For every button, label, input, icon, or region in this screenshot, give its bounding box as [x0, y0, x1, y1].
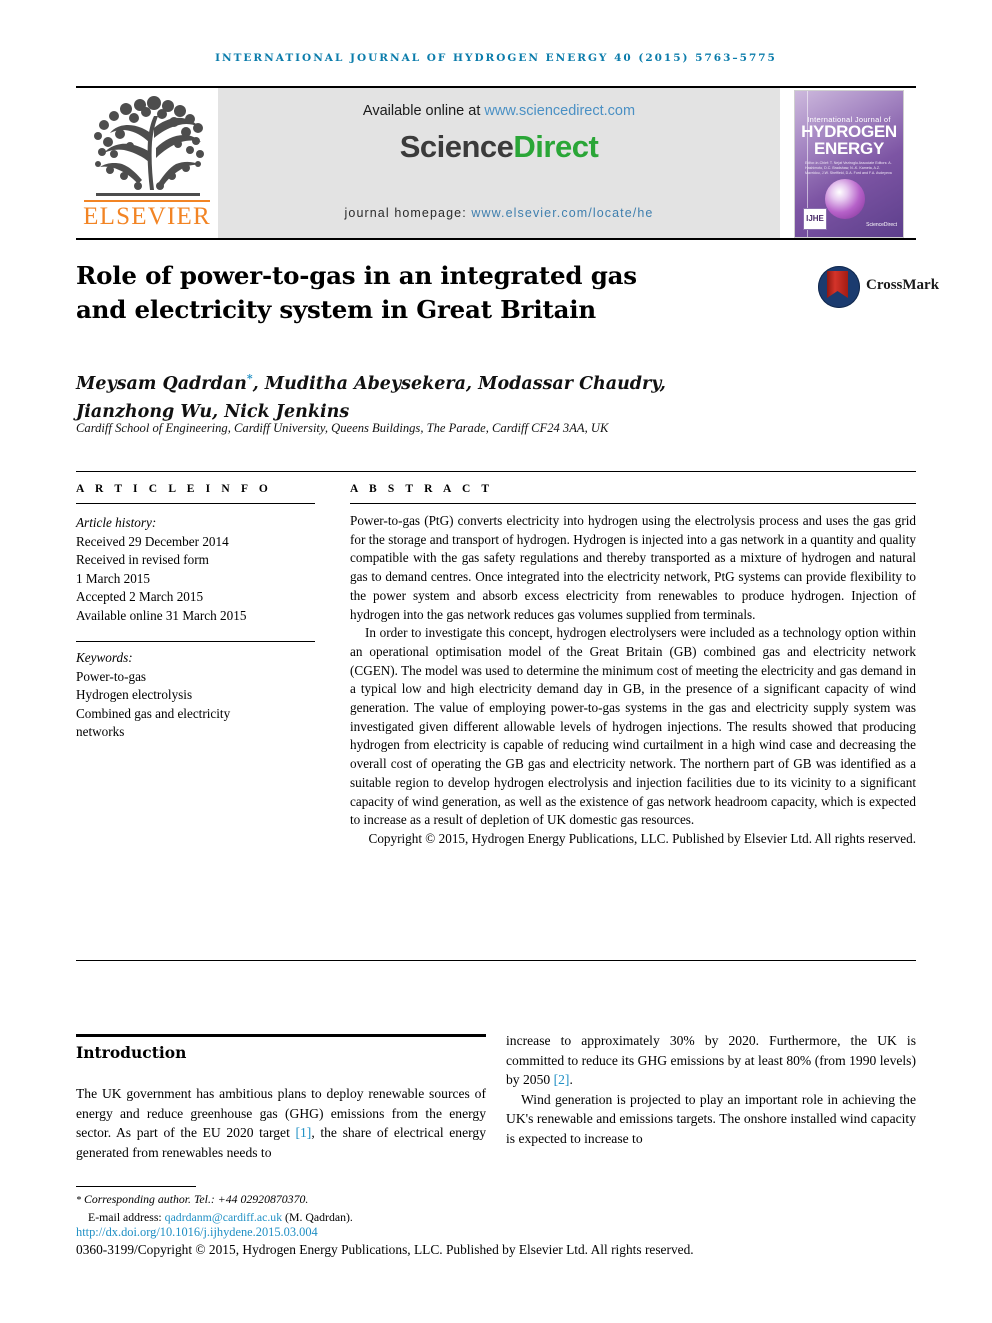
abstract-header: A B S T R A C T [350, 483, 494, 495]
introduction-heading: Introduction [76, 1043, 187, 1062]
abstract-paragraph-1: Power-to-gas (PtG) converts electricity … [350, 513, 916, 622]
sciencedirect-logo[interactable]: ScienceDirect [218, 129, 780, 165]
elsevier-logo: ELSEVIER [76, 88, 218, 238]
keywords-label: Keywords: [76, 650, 133, 665]
elsevier-logo-rule [84, 200, 210, 202]
cover-ijhe-badge: IJHE [803, 208, 827, 230]
masthead-bottom-rule [76, 238, 916, 240]
doi-link[interactable]: http://dx.doi.org/10.1016/j.ijhydene.201… [76, 1225, 318, 1240]
article-history-item: Received in revised form [76, 552, 209, 568]
body-left-paragraph: The UK government has ambitious plans to… [76, 1084, 486, 1162]
abstract-paragraph-2: In order to investigate this concept, hy… [350, 625, 916, 828]
footnote-block: * Corresponding author. Tel.: +44 029208… [76, 1191, 496, 1226]
keyword-item: networks [76, 724, 125, 740]
article-info-header: A R T I C L E I N F O [76, 483, 272, 495]
issn-copyright-line: 0360-3199/Copyright © 2015, Hydrogen Ene… [76, 1242, 694, 1257]
journal-cover: International Journal of HYDROGEN ENERGY… [780, 88, 916, 238]
keyword-item: Power-to-gas [76, 668, 147, 684]
journal-homepage-url[interactable]: www.elsevier.com/locate/he [471, 206, 653, 220]
footnote-rule [76, 1186, 196, 1187]
article-history: Article history: Received 29 December 20… [76, 514, 326, 626]
sciencedirect-banner: Available online at www.sciencedirect.co… [218, 88, 780, 238]
abstract-copyright: Copyright © 2015, Hydrogen Energy Public… [368, 830, 916, 846]
title-line-1: Role of power-to-gas in an integrated ga… [76, 261, 637, 290]
corresponding-author-text: Corresponding author. Tel.: +44 02920870… [81, 1192, 309, 1206]
journal-homepage-line: journal homepage: www.elsevier.com/locat… [218, 206, 780, 220]
author-line-1: Meysam Qadrdan*, Muditha Abeysekera, Mod… [76, 365, 776, 398]
body-right-text-b: . [569, 1072, 573, 1088]
keyword-item: Combined gas and electricity [76, 705, 231, 721]
crossmark-badge[interactable]: CrossMark [818, 266, 939, 310]
keywords-block: Keywords: Power-to-gas Hydrogen electrol… [76, 649, 326, 742]
abstract-rule [350, 503, 916, 504]
cover-sciencedirect-mark: ScienceDirect [866, 222, 897, 228]
article-history-label: Article history: [76, 515, 157, 530]
available-online-label: Available online at [362, 103, 485, 119]
sciencedirect-url[interactable]: www.sciencedirect.com [484, 103, 635, 119]
keywords-rule [76, 641, 315, 642]
abstract-bottom-rule [76, 960, 916, 961]
sciencedirect-logo-science: Science [399, 129, 514, 164]
paper-page: International Journal of Hydrogen Energy… [0, 0, 992, 1323]
author-list: Meysam Qadrdan*, Muditha Abeysekera, Mod… [76, 365, 776, 426]
abstract-body: Power-to-gas (PtG) converts electricity … [350, 512, 916, 849]
body-column-right: increase to approximately 30% by 2020. F… [506, 1031, 916, 1149]
crossmark-label: CrossMark [866, 277, 940, 293]
corresponding-author-name: Meysam Qadrdan [76, 373, 247, 394]
keyword-item: Hydrogen electrolysis [76, 687, 193, 703]
article-history-item: Available online 31 March 2015 [76, 607, 247, 623]
body-right-paragraph-2: Wind generation is projected to play an … [506, 1091, 916, 1146]
email-address-link[interactable]: qadrdanm@cardiff.ac.uk [165, 1210, 282, 1224]
article-history-item: Received 29 December 2014 [76, 533, 229, 549]
available-online-line: Available online at www.sciencedirect.co… [218, 103, 780, 119]
info-top-rule [76, 471, 916, 472]
article-info-rule [76, 503, 315, 504]
citation-ref-1[interactable]: [1] [295, 1125, 311, 1140]
article-history-item: Accepted 2 March 2015 [76, 589, 204, 605]
cover-editors: Editor-in-Chief: T. Nejat Veziroglu Asso… [805, 161, 892, 175]
cover-sphere-graphic [825, 179, 865, 219]
citation-ref-2[interactable]: [2] [554, 1072, 570, 1087]
journal-masthead: ELSEVIER Available online at www.science… [76, 88, 916, 238]
article-history-item: 1 March 2015 [76, 570, 150, 586]
affiliation: Cardiff School of Engineering, Cardiff U… [76, 421, 609, 435]
title-line-2: and electricity system in Great Britain [76, 295, 596, 324]
cover-title-energy: ENERGY [814, 139, 884, 158]
author-line-1-rest: , Muditha Abeysekera, Modassar Chaudry, [252, 373, 666, 394]
corresponding-author-note: * Corresponding author. Tel.: +44 029208… [76, 1191, 496, 1209]
journal-homepage-label: journal homepage: [344, 206, 472, 220]
elsevier-wordmark: ELSEVIER [83, 203, 211, 230]
running-head: International Journal of Hydrogen Energy… [215, 52, 777, 64]
page-title: Role of power-to-gas in an integrated ga… [76, 259, 716, 327]
body-right-paragraph-1: increase to approximately 30% by 2020. F… [506, 1031, 916, 1090]
journal-cover-image: International Journal of HYDROGEN ENERGY… [794, 90, 904, 238]
cover-title-hydrogen: HYDROGEN [801, 122, 897, 141]
email-suffix: (M. Qadrdan). [282, 1210, 353, 1225]
body-column-left: The UK government has ambitious plans to… [76, 1084, 486, 1162]
sciencedirect-logo-direct: Direct [513, 129, 599, 164]
email-note: E-mail address: qadrdanm@cardiff.ac.uk (… [76, 1209, 496, 1225]
elsevier-tree-icon [94, 96, 204, 196]
introduction-rule [76, 1034, 486, 1037]
email-label: E-mail address: [88, 1210, 165, 1225]
